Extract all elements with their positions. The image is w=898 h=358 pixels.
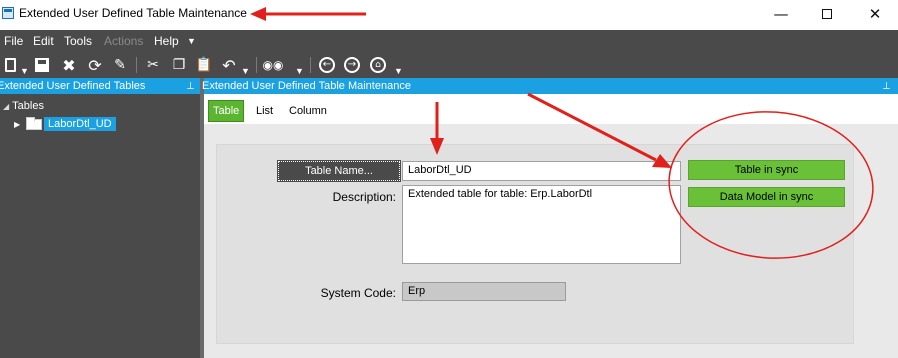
collapse-icon[interactable]: ◢ [3,102,9,111]
main-panel-header: Extended User Defined Table Maintenance … [202,78,898,95]
back-button[interactable]: ← [317,55,337,75]
pin-icon[interactable]: ⊥ [186,79,195,94]
table-sync-status: Table in sync [688,160,845,180]
refresh-icon: ⟳ [88,55,102,75]
system-code-label: System Code: [320,286,396,300]
model-sync-status: Data Model in sync [688,187,845,207]
table-name-input[interactable]: LaborDtl_UD [402,161,681,181]
menu-actions: Actions [104,34,144,48]
tab-column[interactable]: Column [285,101,331,121]
maximize-icon [822,9,832,19]
delete-button[interactable]: ✖ [59,55,79,75]
new-button[interactable] [0,55,20,75]
pin-icon[interactable]: ⊥ [882,79,891,95]
save-icon [35,58,49,72]
toolbar-separator [256,57,257,73]
menu-overflow-icon[interactable]: ▼ [187,36,196,46]
left-panel-header: Extended User Defined Tables ⊥ [0,78,200,94]
binoculars-icon: ◉◉ [262,58,284,72]
cut-button[interactable]: ✂ [143,55,163,75]
left-tree-panel: Extended User Defined Tables ⊥ ◢ Tables ▶… [0,78,200,358]
forward-button[interactable]: → [342,55,362,75]
menu-edit[interactable]: Edit [33,34,54,48]
menu-file[interactable]: File [4,34,23,48]
maximize-button[interactable] [804,0,850,28]
expand-icon[interactable]: ▶ [14,120,26,129]
back-icon: ← [319,57,335,73]
left-panel-title: Extended User Defined Tables [0,80,146,92]
undo-icon: ↶ [222,55,236,75]
system-code-field: Erp [402,282,566,301]
menu-bar: File Edit Tools Actions Help ▼ [0,30,898,52]
toolbar-overflow-icon[interactable]: ▼ [394,66,403,76]
menu-help[interactable]: Help [154,34,179,48]
table-name-button[interactable]: Table Name... [277,160,401,182]
search-dropdown-icon[interactable]: ▼ [295,66,304,76]
home-button[interactable]: ⌂ [368,55,388,75]
close-button[interactable]: ✕ [852,0,898,28]
title-bar: Extended User Defined Table Maintenance … [0,0,898,28]
refresh-button[interactable]: ⟳ [85,55,105,75]
new-dropdown-icon[interactable]: ▼ [20,66,29,76]
tab-list[interactable]: List [252,101,277,121]
tree-root-label: Tables [12,100,44,112]
close-icon: ✕ [868,5,882,23]
folder-icon [26,116,42,130]
copy-icon: ❐ [172,57,186,73]
toolbar: ▼ ✖ ⟳ ✎ ✂ ❐ 📋 ↶ ▼ ◉◉ ▼ ← → ⌂ ▼ [0,52,898,78]
main-panel-title: Extended User Defined Table Maintenance [202,80,411,92]
cut-icon: ✂ [147,57,159,73]
undo-dropdown-icon[interactable]: ▼ [241,66,250,76]
home-icon: ⌂ [370,57,386,73]
minimize-button[interactable]: — [758,0,804,28]
description-label: Description: [332,190,396,204]
copy-button[interactable]: ❐ [169,55,189,75]
undo-button[interactable]: ↶ [219,55,239,75]
new-icon [4,58,16,72]
forward-icon: → [344,57,360,73]
paste-icon: 📋 [195,57,213,73]
delete-icon: ✖ [62,55,76,75]
menu-tools[interactable]: Tools [64,34,92,48]
save-button[interactable] [32,55,52,75]
toolbar-separator [136,57,137,73]
toolbar-separator [310,57,311,73]
minimize-icon: — [773,5,789,23]
paste-button[interactable]: 📋 [194,55,214,75]
tree-node-labordtl-ud[interactable]: ▶ LaborDtl_UD [14,116,116,132]
tree-root-tables[interactable]: ◢ Tables [3,100,44,112]
app-icon [2,7,14,19]
window-title: Extended User Defined Table Maintenance [19,6,247,20]
tab-strip: Table List Column [204,94,898,124]
description-textarea[interactable]: Extended table for table: Erp.LaborDtl [402,185,681,264]
clear-button[interactable]: ✎ [110,55,130,75]
tab-table[interactable]: Table [208,100,245,122]
search-button[interactable]: ◉◉ [262,55,284,75]
clear-icon: ✎ [114,57,126,73]
tree-node-label: LaborDtl_UD [44,117,116,131]
